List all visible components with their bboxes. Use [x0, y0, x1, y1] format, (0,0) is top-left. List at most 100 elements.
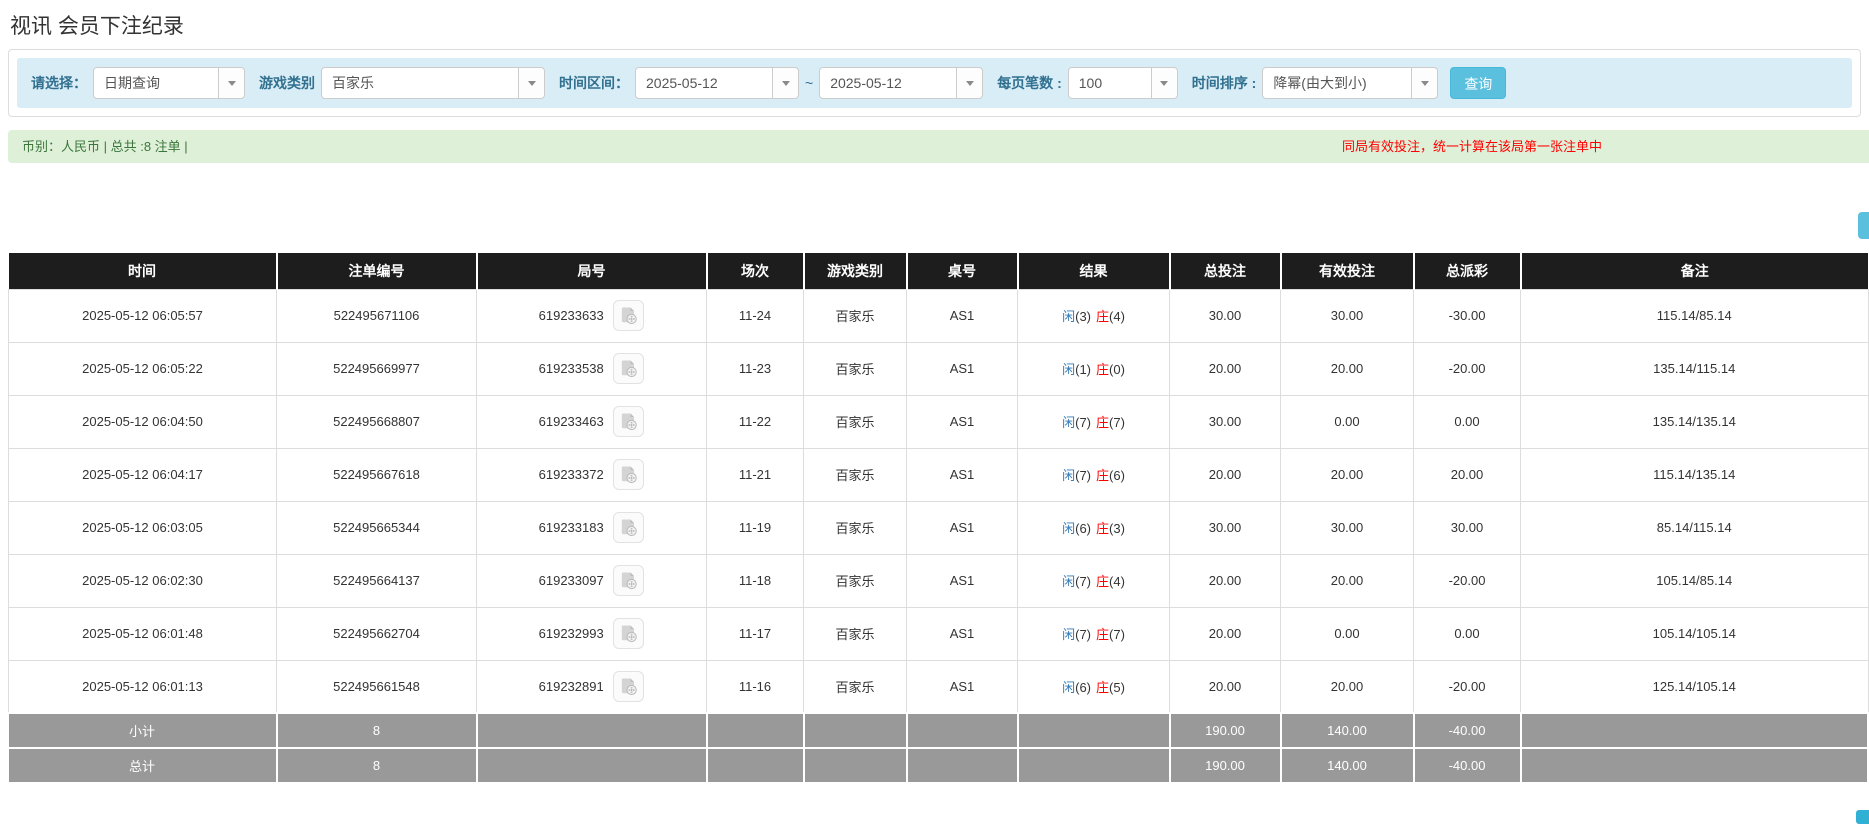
select-type-label: 请选择：	[31, 73, 87, 93]
cell-round-id: 619233538	[477, 342, 707, 395]
cell-table-no: AS1	[907, 289, 1018, 342]
cell-round-id: 619233183	[477, 501, 707, 554]
column-header-9: 有效投注	[1281, 253, 1414, 289]
partially-visible-bottom-button[interactable]	[1856, 810, 1869, 824]
subtotal-row: 小计8190.00140.00-40.00	[9, 713, 1869, 748]
result-player-count: (7)	[1075, 627, 1091, 642]
cell-remark: 135.14/115.14	[1521, 342, 1869, 395]
cell-remark: 125.14/105.14	[1521, 660, 1869, 713]
cell-session: 11-24	[707, 289, 804, 342]
result-player-label: 闲	[1062, 680, 1075, 695]
cell-round-id: 619232993	[477, 607, 707, 660]
page-size-value[interactable]: 100	[1068, 67, 1152, 99]
cell-session: 11-21	[707, 448, 804, 501]
column-header-7: 结果	[1018, 253, 1170, 289]
video-replay-button[interactable]	[613, 618, 644, 649]
cell-session: 11-19	[707, 501, 804, 554]
query-type-value[interactable]: 日期查询	[93, 67, 219, 99]
column-header-3: 局号	[477, 253, 707, 289]
video-replay-button[interactable]	[613, 406, 644, 437]
cell-table-no: AS1	[907, 501, 1018, 554]
cell-remark: 115.14/85.14	[1521, 289, 1869, 342]
cell-bet-id: 522495668807	[277, 395, 477, 448]
cell-bet-id: 522495661548	[277, 660, 477, 713]
cell-total-bet[interactable]: 20.00	[1170, 554, 1281, 607]
query-type-caret-button[interactable]	[218, 67, 245, 99]
cell-total-bet[interactable]: 20.00	[1170, 660, 1281, 713]
cell-session: 11-16	[707, 660, 804, 713]
search-button[interactable]: 查询	[1450, 67, 1506, 99]
date-from-caret-button[interactable]	[772, 67, 799, 99]
cell-valid-bet: 0.00	[1281, 395, 1414, 448]
page-title: 视讯 会员下注纪录	[10, 10, 1869, 40]
cell-time: 2025-05-12 06:01:13	[9, 660, 277, 713]
footer-valid-bet: 140.00	[1281, 713, 1414, 748]
column-header-2: 注单编号	[277, 253, 477, 289]
video-replay-button[interactable]	[613, 671, 644, 702]
result-banker-count: (6)	[1109, 468, 1125, 483]
footer-empty	[907, 748, 1018, 783]
cell-payout: -20.00	[1414, 554, 1521, 607]
date-from-value[interactable]: 2025-05-12	[635, 67, 773, 99]
cell-remark: 135.14/135.14	[1521, 395, 1869, 448]
video-replay-button[interactable]	[613, 300, 644, 331]
round-id-text: 619233183	[539, 520, 604, 535]
cell-time: 2025-05-12 06:02:30	[9, 554, 277, 607]
cell-total-bet[interactable]: 30.00	[1170, 395, 1281, 448]
chevron-down-icon	[528, 81, 536, 86]
result-player-count: (7)	[1075, 574, 1091, 589]
result-player-count: (6)	[1075, 521, 1091, 536]
date-to-caret-button[interactable]	[956, 67, 983, 99]
summary-bar: 币别：人民币 | 总共 :8 注单 | 同局有效投注，统一计算在该局第一张注单中	[8, 130, 1869, 163]
round-id-text: 619233633	[539, 308, 604, 323]
cell-total-bet[interactable]: 30.00	[1170, 289, 1281, 342]
same-round-notice: 同局有效投注，统一计算在该局第一张注单中	[1342, 138, 1602, 155]
cell-bet-id: 522495662704	[277, 607, 477, 660]
date-to-value[interactable]: 2025-05-12	[819, 67, 957, 99]
date-from-picker: 2025-05-12	[635, 67, 799, 99]
video-replay-button[interactable]	[613, 353, 644, 384]
footer-label: 总计	[9, 748, 277, 783]
result-banker-count: (5)	[1109, 680, 1125, 695]
game-type-caret-button[interactable]	[518, 67, 545, 99]
game-type-combobox: 百家乐	[321, 67, 545, 99]
column-header-10: 总派彩	[1414, 253, 1521, 289]
table-row: 2025-05-12 06:02:30522495664137619233097…	[9, 554, 1869, 607]
currency-total-text: 币别：人民币 | 总共 :8 注单 |	[22, 139, 188, 154]
cell-session: 11-22	[707, 395, 804, 448]
video-replay-button[interactable]	[613, 512, 644, 543]
page-size-caret-button[interactable]	[1151, 67, 1178, 99]
page-size-label: 每页笔数 :	[997, 73, 1062, 93]
chevron-down-icon	[782, 81, 790, 86]
cell-result: 闲(6)庄(3)	[1018, 501, 1170, 554]
cell-total-bet[interactable]: 30.00	[1170, 501, 1281, 554]
cell-time: 2025-05-12 06:03:05	[9, 501, 277, 554]
cell-remark: 105.14/105.14	[1521, 607, 1869, 660]
cell-time: 2025-05-12 06:04:17	[9, 448, 277, 501]
game-type-value[interactable]: 百家乐	[321, 67, 519, 99]
cell-total-bet[interactable]: 20.00	[1170, 448, 1281, 501]
cell-remark: 85.14/115.14	[1521, 501, 1869, 554]
footer-total-bet: 190.00	[1170, 748, 1281, 783]
round-id-text: 619233463	[539, 414, 604, 429]
result-player-label: 闲	[1062, 521, 1075, 536]
cell-time: 2025-05-12 06:05:57	[9, 289, 277, 342]
table-row: 2025-05-12 06:01:48522495662704619232993…	[9, 607, 1869, 660]
video-replay-button[interactable]	[613, 459, 644, 490]
video-replay-button[interactable]	[613, 565, 644, 596]
cell-total-bet[interactable]: 20.00	[1170, 342, 1281, 395]
partially-visible-side-button[interactable]	[1858, 212, 1869, 239]
cell-total-bet[interactable]: 20.00	[1170, 607, 1281, 660]
time-sort-caret-button[interactable]	[1411, 67, 1438, 99]
video-file-icon	[619, 518, 638, 537]
column-header-11: 备注	[1521, 253, 1869, 289]
cell-payout: -20.00	[1414, 342, 1521, 395]
result-banker-label: 庄	[1096, 574, 1109, 589]
cell-table-no: AS1	[907, 607, 1018, 660]
time-sort-value[interactable]: 降幂(由大到小)	[1262, 67, 1412, 99]
footer-empty	[1018, 713, 1170, 748]
cell-round-id: 619233463	[477, 395, 707, 448]
chevron-down-icon	[228, 81, 236, 86]
result-player-count: (7)	[1075, 415, 1091, 430]
cell-bet-id: 522495671106	[277, 289, 477, 342]
